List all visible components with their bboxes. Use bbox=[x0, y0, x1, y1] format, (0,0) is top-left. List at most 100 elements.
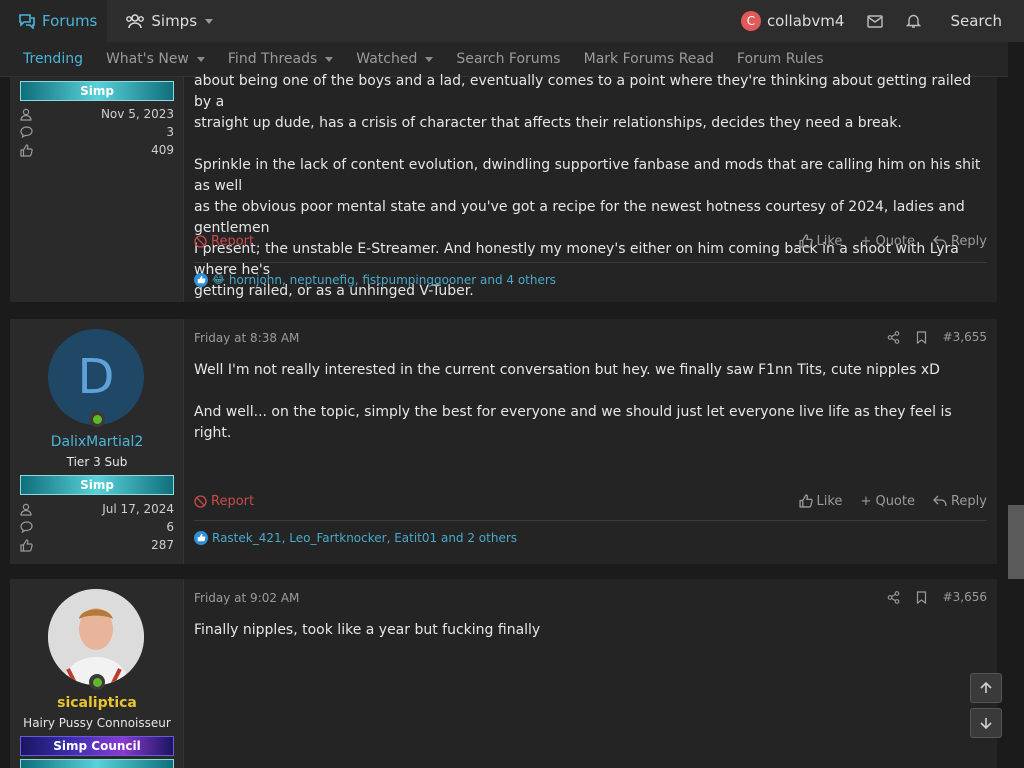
post-user-info: sicaliptica Hairy Pussy Connoisseur Simp… bbox=[10, 579, 184, 768]
stat-joined-value: Nov 5, 2023 bbox=[100, 107, 174, 121]
stat-reactions-value: 409 bbox=[151, 143, 174, 157]
user-banner bbox=[20, 759, 174, 768]
post-text: Finally nipples, took like a year but fu… bbox=[194, 620, 987, 641]
user-title: Tier 3 Sub bbox=[66, 455, 128, 469]
scroll-to-bottom-button[interactable] bbox=[970, 708, 1002, 738]
online-status-icon bbox=[89, 674, 105, 690]
stat-messages: 6 bbox=[20, 518, 174, 536]
post-number[interactable]: #3,656 bbox=[943, 590, 987, 604]
account-menu[interactable]: C collabvm4 bbox=[729, 11, 857, 31]
nav-tab-simps-label: Simps bbox=[151, 12, 198, 30]
post-text: Well I'm not really interested in the cu… bbox=[194, 360, 987, 444]
stat-joined: Jul 17, 2024 bbox=[20, 500, 174, 518]
like-button[interactable]: Like bbox=[798, 233, 843, 249]
post: D DalixMartial2 Tier 3 Sub Simp Jul 17, … bbox=[10, 319, 997, 564]
post-date[interactable]: Friday at 8:38 AM bbox=[194, 331, 299, 345]
scroll-to-top-button[interactable] bbox=[970, 673, 1002, 703]
post-text-line: And well... on the topic, simply the bes… bbox=[194, 404, 952, 441]
quote-button[interactable]: + Quote bbox=[860, 494, 915, 509]
stat-joined: Nov 5, 2023 bbox=[20, 105, 174, 123]
user-title: Hairy Pussy Connoisseur bbox=[23, 716, 171, 730]
subnav-forum-rules[interactable]: Forum Rules bbox=[722, 51, 832, 67]
like-button[interactable]: Like bbox=[798, 493, 843, 509]
chevron-down-icon bbox=[325, 56, 334, 62]
chevron-down-icon bbox=[196, 56, 205, 62]
reactions-bar[interactable]: 😂 hornjohn, neptunefig, fistpumpinggoone… bbox=[194, 262, 987, 296]
user-photo-icon bbox=[48, 589, 144, 685]
share-icon[interactable] bbox=[887, 330, 900, 344]
stat-joined-value: Jul 17, 2024 bbox=[102, 502, 174, 516]
like-label: Like bbox=[816, 233, 843, 249]
reply-label: Reply bbox=[950, 493, 987, 509]
bookmark-icon[interactable] bbox=[916, 590, 927, 604]
report-icon bbox=[194, 494, 207, 508]
chevron-down-icon bbox=[205, 18, 214, 24]
post-username[interactable]: sicaliptica bbox=[10, 695, 184, 711]
top-navigation-bar: Forums Simps C collabvm4 Search bbox=[0, 0, 1024, 42]
post-user-info: D DalixMartial2 Tier 3 Sub Simp Jul 17, … bbox=[10, 319, 184, 564]
stat-reactions-value: 287 bbox=[151, 538, 174, 552]
scrollbar-track[interactable] bbox=[1008, 42, 1024, 768]
nav-tab-simps[interactable]: Simps bbox=[107, 0, 223, 42]
post-body: about being one of the boys and a lad, e… bbox=[184, 73, 997, 302]
post-text-line: Finally nipples, took like a year but fu… bbox=[194, 622, 541, 638]
stat-messages-value: 6 bbox=[166, 520, 174, 534]
post-date[interactable]: Friday at 9:02 AM bbox=[194, 591, 299, 605]
post-actions: Report Like + Quote Reply bbox=[194, 230, 987, 252]
subnav-search-forums[interactable]: Search Forums bbox=[441, 51, 568, 67]
user-icon bbox=[20, 503, 32, 516]
report-button[interactable]: Report bbox=[194, 494, 254, 509]
user-icon bbox=[20, 108, 32, 121]
reply-button[interactable]: Reply bbox=[933, 494, 987, 509]
subnav-whats-new-label: What's New bbox=[105, 51, 189, 67]
user-banner: Simp Council bbox=[20, 736, 174, 756]
report-icon bbox=[194, 234, 207, 248]
arrow-down-icon bbox=[980, 718, 992, 730]
subnav-watched[interactable]: Watched bbox=[341, 51, 441, 67]
like-reaction-icon bbox=[194, 272, 208, 287]
reply-button[interactable]: Reply bbox=[933, 234, 987, 249]
thumbs-up-icon bbox=[20, 538, 33, 552]
reply-label: Reply bbox=[950, 233, 987, 249]
nav-tab-forums-label: Forums bbox=[42, 12, 98, 30]
subnav-whats-new[interactable]: What's New bbox=[91, 51, 213, 67]
nav-tab-forums[interactable]: Forums bbox=[0, 0, 108, 42]
subnav-trending[interactable]: Trending bbox=[0, 51, 91, 67]
chevron-down-icon bbox=[425, 56, 434, 62]
post-text-line: about being one of the boys and a lad, e… bbox=[194, 73, 972, 110]
stat-reactions: 409 bbox=[20, 141, 174, 159]
bookmark-icon[interactable] bbox=[916, 330, 927, 344]
post: Simp Nov 5, 2023 3 409 about being one o… bbox=[10, 73, 997, 302]
user-banner: Simp bbox=[20, 81, 174, 101]
reply-icon bbox=[933, 495, 947, 507]
online-status-icon bbox=[89, 411, 105, 427]
arrow-up-icon bbox=[980, 681, 992, 693]
message-icon bbox=[20, 521, 33, 533]
report-label: Report bbox=[211, 493, 255, 509]
like-reaction-icon bbox=[194, 530, 208, 545]
share-icon[interactable] bbox=[887, 590, 900, 604]
reactions-bar[interactable]: Rastek_421, Leo_Fartknocker, Eatit01 and… bbox=[194, 520, 987, 554]
bell-icon[interactable] bbox=[894, 0, 932, 42]
stat-reactions: 287 bbox=[20, 536, 174, 554]
avatar[interactable] bbox=[48, 589, 144, 685]
report-button[interactable]: Report bbox=[194, 234, 254, 249]
report-label: Report bbox=[211, 233, 255, 249]
like-label: Like bbox=[816, 493, 843, 509]
post-text-line: Sprinkle in the lack of content evolutio… bbox=[194, 157, 981, 194]
scrollbar-thumb[interactable] bbox=[1008, 505, 1024, 579]
inbox-icon[interactable] bbox=[856, 0, 894, 42]
post-number[interactable]: #3,655 bbox=[943, 330, 987, 344]
subnav-mark-forums-read[interactable]: Mark Forums Read bbox=[569, 51, 722, 67]
post-username[interactable]: DalixMartial2 bbox=[10, 434, 184, 450]
reactors-list: hornjohn, neptunefig, fistpumpinggooner … bbox=[228, 272, 557, 287]
stat-messages: 3 bbox=[20, 123, 174, 141]
subnav-watched-label: Watched bbox=[356, 51, 418, 67]
subnav-find-threads[interactable]: Find Threads bbox=[213, 51, 341, 67]
search-button[interactable]: Search bbox=[932, 12, 1024, 30]
thumbs-up-icon bbox=[20, 143, 33, 157]
reply-icon bbox=[933, 235, 947, 247]
quote-button[interactable]: + Quote bbox=[860, 234, 915, 249]
user-banner: Simp bbox=[20, 475, 174, 495]
reactors-list: Rastek_421, Leo_Fartknocker, Eatit01 and… bbox=[212, 530, 518, 545]
